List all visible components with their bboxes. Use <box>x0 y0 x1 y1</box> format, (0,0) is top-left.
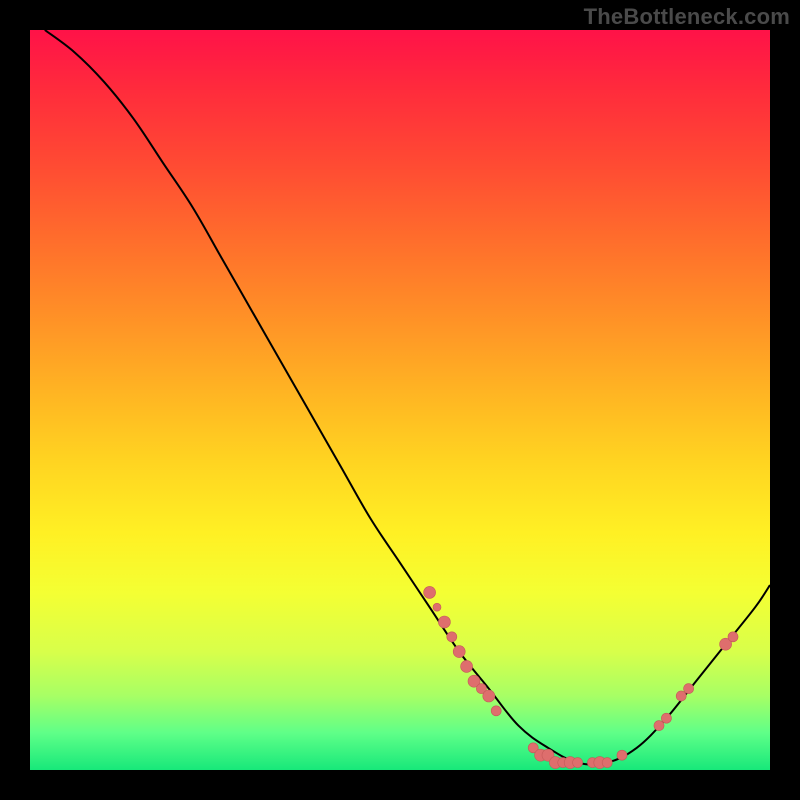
curve-markers <box>424 586 738 768</box>
chart-frame: TheBottleneck.com <box>0 0 800 800</box>
curve-marker <box>654 721 664 731</box>
curve-marker <box>447 632 457 642</box>
curve-marker <box>453 646 465 658</box>
curve-marker <box>573 758 583 768</box>
curve-marker <box>602 758 612 768</box>
curve-marker <box>483 690 495 702</box>
curve-marker <box>676 691 686 701</box>
curve-marker <box>433 603 441 611</box>
curve-layer <box>30 30 770 770</box>
curve-marker <box>438 616 450 628</box>
curve-marker <box>491 706 501 716</box>
curve-marker <box>661 713 671 723</box>
curve-marker <box>617 750 627 760</box>
curve-marker <box>728 632 738 642</box>
watermark-text: TheBottleneck.com <box>584 4 790 30</box>
bottleneck-curve <box>45 30 770 765</box>
curve-marker <box>461 660 473 672</box>
plot-area <box>30 30 770 770</box>
curve-marker <box>684 684 694 694</box>
curve-marker <box>424 586 436 598</box>
